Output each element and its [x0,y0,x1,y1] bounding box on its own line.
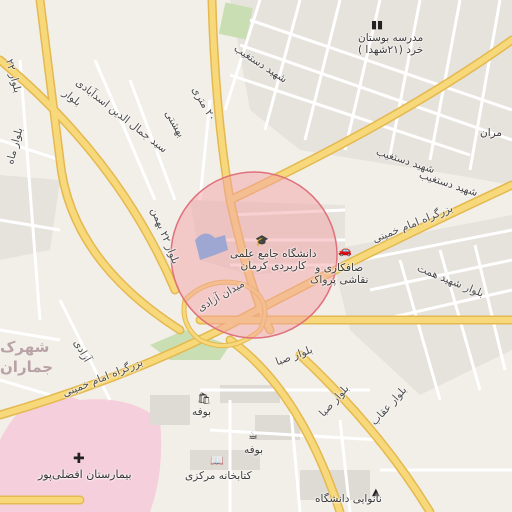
school-icon[interactable]: ▮▮ [371,19,383,30]
hospital-label[interactable]: بیمارستان افضلی‌پور [38,468,132,481]
university-label-line1: دانشگاه جامع علمی [230,248,317,260]
school-label[interactable]: مدرسه بوستان خرد (۲۱شهدا ) [358,32,423,56]
place-label-right-edge: مران [480,127,503,139]
bakery-label[interactable]: نانوایی دانشگاه [315,493,382,505]
district-label-line2: جماران [0,358,54,376]
painting-shop-label[interactable]: صافکاری و نقاشی پرواک [310,262,368,286]
map-canvas[interactable]: مدرسه بوستان خرد (۲۱شهدا ) ▮▮ شهید دستغی… [0,0,512,512]
district-label-line1: شهرک [0,338,50,356]
university-label-line2: کاربردی کرمان [240,260,307,272]
school-label-line2: خرد (۲۱شهدا ) [358,44,424,56]
bufe-label-2[interactable]: بوفه [244,444,263,456]
library-label[interactable]: کتابخانه مرکزی [185,470,252,482]
university-label[interactable]: دانشگاه جامع علمی کاربردی کرمان [230,248,317,272]
school-label-line1: مدرسه بوستان [358,32,424,44]
painting-label-line1: صافکاری و [315,262,364,274]
coffee-icon[interactable]: ☕ [248,430,258,441]
bufe-label-1[interactable]: بوفه [192,406,211,418]
shopping-bag-icon[interactable]: 🛍 [197,393,211,404]
graduation-cap-icon[interactable]: 🎓 [255,235,269,246]
painting-label-line2: نقاشی پرواک [310,274,369,286]
hospital-cross-icon[interactable]: ✚ [73,452,85,466]
book-icon[interactable]: 📖 [210,455,224,466]
car-repair-icon[interactable]: 🚗 [338,245,352,256]
